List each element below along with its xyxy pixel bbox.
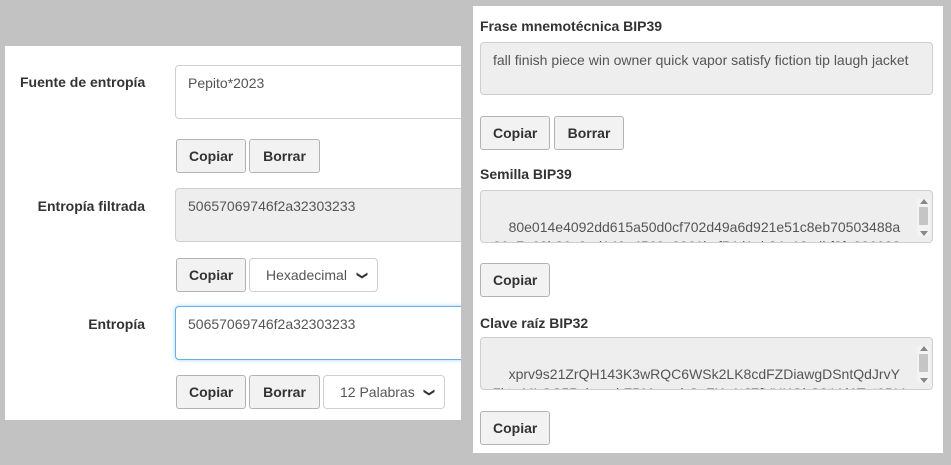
root-key-copy-button[interactable]: Copiar [480, 411, 550, 445]
seed-field[interactable]: 80e014e4092dd615a50d0cf702d49a6d921e51c8… [480, 190, 933, 243]
entropy-input[interactable]: 50657069746f2a32303233 [175, 306, 461, 360]
bip39-panel: Frase mnemotécnica BIP39 fall finish pie… [473, 6, 943, 453]
seed-label: Semilla BIP39 [480, 166, 572, 182]
entropy-panel: Fuente de entropía Pepito*2023 Copiar Bo… [5, 46, 461, 420]
root-key-scroll-thumb[interactable] [919, 354, 928, 372]
seed-scrollbar[interactable] [917, 199, 930, 236]
filtered-entropy-field: 50657069746f2a32303233 [175, 188, 461, 242]
filtered-entropy-label: Entropía filtrada [37, 198, 145, 214]
mnemonic-field[interactable]: fall finish piece win owner quick vapor … [480, 42, 933, 95]
entropy-source-label: Fuente de entropía [20, 74, 146, 90]
entropy-format-select[interactable]: Hexadecimal ❯ [249, 258, 378, 292]
word-count-select[interactable]: 12 Palabras ❯ [323, 375, 445, 409]
filtered-entropy-copy-button[interactable]: Copiar [176, 258, 246, 292]
scroll-down-arrow-icon[interactable] [920, 378, 928, 383]
scroll-up-arrow-icon[interactable] [920, 346, 928, 351]
root-key-scrollbar[interactable] [917, 346, 930, 383]
seed-value: 80e014e4092dd615a50d0cf702d49a6d921e51c8… [493, 219, 901, 242]
mnemonic-clear-button[interactable]: Borrar [554, 116, 624, 150]
seed-scroll-thumb[interactable] [919, 207, 928, 225]
entropy-source-clear-button[interactable]: Borrar [249, 139, 320, 173]
seed-copy-button[interactable]: Copiar [480, 263, 550, 297]
chevron-down-icon: ❯ [355, 270, 368, 280]
root-key-label: Clave raíz BIP32 [480, 315, 589, 331]
chevron-down-icon: ❯ [422, 387, 435, 397]
entropy-format-selected: Hexadecimal [266, 267, 347, 283]
root-key-value: xprv9s21ZrQH143K3wRQC6WSk2LK8cdFZDiawgDS… [493, 366, 904, 389]
entropy-copy-button[interactable]: Copiar [176, 375, 246, 409]
entropy-source-input[interactable]: Pepito*2023 [175, 65, 461, 119]
mnemonic-copy-button[interactable]: Copiar [480, 116, 550, 150]
entropy-label: Entropía [88, 316, 145, 332]
scroll-up-arrow-icon[interactable] [920, 199, 928, 204]
scroll-down-arrow-icon[interactable] [920, 231, 928, 236]
mnemonic-label: Frase mnemotécnica BIP39 [480, 18, 663, 34]
root-key-field[interactable]: xprv9s21ZrQH143K3wRQC6WSk2LK8cdFZDiawgDS… [480, 337, 933, 390]
entropy-source-copy-button[interactable]: Copiar [176, 139, 246, 173]
word-count-selected: 12 Palabras [340, 384, 415, 400]
entropy-clear-button[interactable]: Borrar [249, 375, 320, 409]
